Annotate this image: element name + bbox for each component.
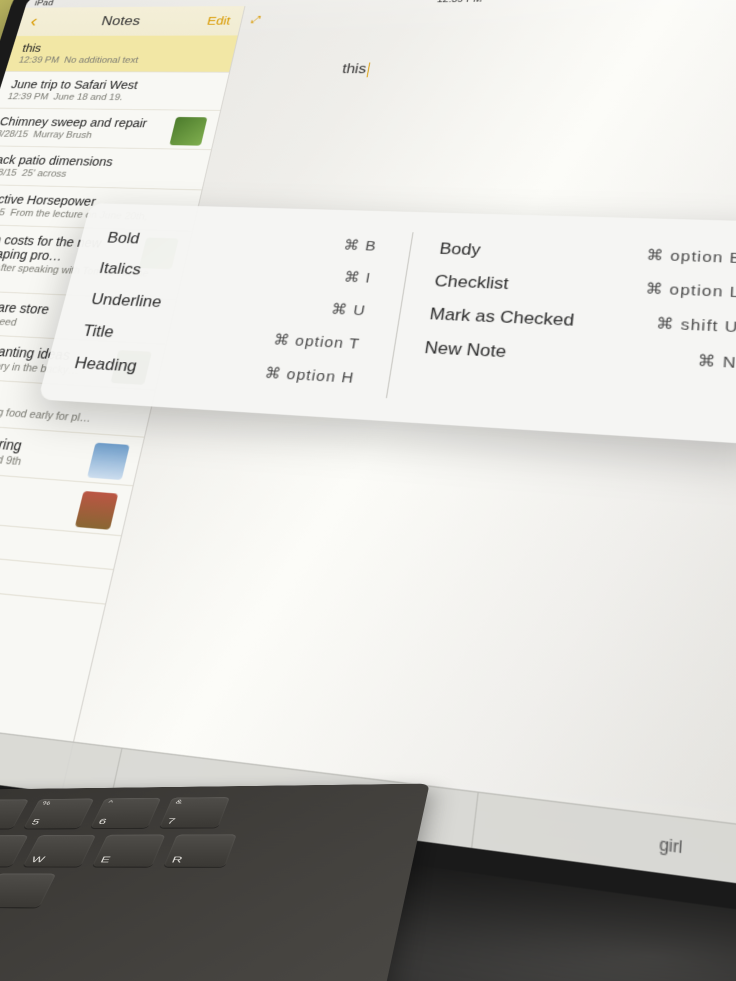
note-title: June trip to Safari West [10,78,217,92]
shortcut-label: Italics [97,259,143,279]
key-blank[interactable] [0,873,56,907]
note-body-text: this [341,63,367,77]
shortcut-keys: ⌘ option H [263,364,356,389]
shortcut-label: Body [438,240,481,260]
key-w[interactable]: W [23,835,96,867]
shortcut-keys: ⌘ shift U [656,314,736,338]
note-thumbnail-icon [87,443,130,480]
shortcut-keys: ⌘ I [342,268,372,288]
shortcut-label: Underline [89,290,163,312]
shortcut-keys: ⌘ N [697,351,736,374]
key-7[interactable]: &7 [159,797,230,828]
note-thumbnail-icon [169,117,207,146]
shortcut-label: Checklist [433,272,509,294]
sidebar-title: Notes [100,14,142,29]
note-row[interactable]: this 12:39 PM No additional text [5,35,237,72]
status-left: iPad [33,0,54,8]
shortcut-label: Mark as Checked [428,305,575,331]
key-5[interactable]: %5 [23,799,94,829]
note-title: this [21,42,226,55]
shortcut-label: New Note [423,338,507,362]
key-r[interactable]: R [163,834,236,867]
key-6[interactable]: ^6 [90,798,161,828]
expand-icon[interactable]: ⤢ [250,14,262,26]
shortcut-keys: ⌘ option L [645,280,736,304]
shortcut-label: Bold [105,229,141,248]
shortcut-keys: ⌘ option T [272,331,362,355]
back-button[interactable]: ‹ [28,12,40,31]
shortcut-keys: ⌘ option B [646,246,736,269]
shortcut-label: Heading [72,354,139,377]
note-row[interactable]: Chimney sweep and repair 8/28/15 Murray … [0,108,220,150]
note-thumbnail-icon [75,491,118,530]
text-cursor [366,63,370,78]
shortcut-keys: ⌘ U [329,300,367,321]
edit-button[interactable]: Edit [206,14,232,27]
shortcut-keys: ⌘ B [342,237,378,257]
key-e[interactable]: E [92,835,165,867]
shortcut-label: Title [81,322,116,342]
smart-keyboard: #3 $4 %5 ^6 &7 tab Q W E R [0,784,430,981]
note-row[interactable]: Back patio dimensions 8/28/15 25' across [0,146,211,190]
note-row[interactable]: June trip to Safari West 12:39 PM June 1… [0,72,229,111]
